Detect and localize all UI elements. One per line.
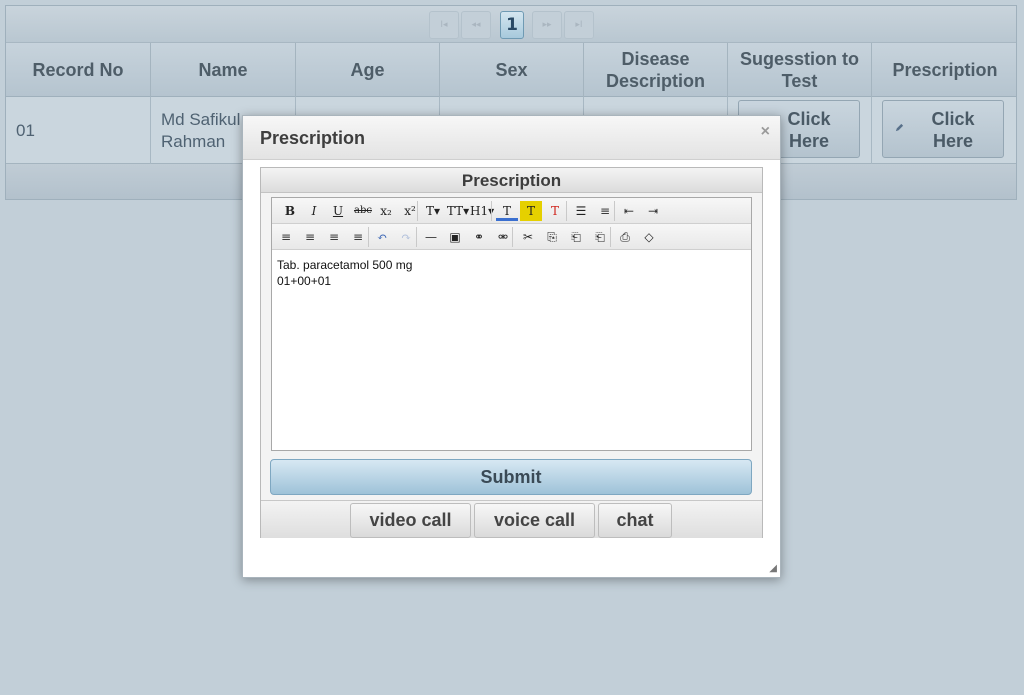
column-header-record-no[interactable]: Record No [6, 43, 151, 97]
toolbar-separator [491, 201, 492, 221]
horizontal-rule-icon[interactable]: — [421, 227, 441, 247]
prescription-button-label: Click Here [931, 109, 975, 151]
editor-toolbar-row-1: B I Uabc x₂ x² T▾ TT▾ H1▾ T T T ☰ ≡ ⇤ ⇥ [272, 198, 751, 224]
undo-icon[interactable]: ↶ [372, 227, 392, 247]
indent-icon[interactable]: ⇥ [642, 201, 664, 221]
chat-button[interactable]: chat [598, 503, 672, 538]
image-icon[interactable]: ▣ [445, 227, 465, 247]
font-size-icon[interactable]: TT▾ [446, 201, 470, 221]
close-icon[interactable]: × [761, 123, 770, 141]
next-page-button[interactable]: ▸▸ [532, 11, 562, 39]
pencil-icon [895, 123, 904, 132]
toolbar-separator [610, 227, 611, 247]
column-header-disease-description[interactable]: Disease Description [584, 43, 728, 97]
table-header: Record No Name Age Sex Disease Descripti… [6, 43, 1016, 97]
paste-text-icon[interactable]: ⎗ [590, 227, 610, 247]
justify-icon[interactable]: ≡ [348, 227, 368, 247]
pager: I◂ ◂◂ 1 ▸▸ ▸I [6, 6, 1016, 43]
prescription-panel: Prescription B I Uabc x₂ x² T▾ TT▾ H1▾ T T T ☰ ≡ ⇤ ⇥ ≡… [260, 167, 763, 538]
rich-text-editor: B I Uabc x₂ x² T▾ TT▾ H1▾ T T T ☰ ≡ ⇤ ⇥ ≡ ≡ ≡ ≡ ↶ ↷ — ▣ ⚭ ⚮ ✂ ⎘ ⎗ ⎗… [271, 197, 752, 451]
remove-format-icon[interactable]: T [544, 201, 566, 221]
align-right-icon[interactable]: ≡ [324, 227, 344, 247]
submit-button[interactable]: Submit [270, 459, 752, 495]
voice-call-button[interactable]: voice call [474, 503, 595, 538]
align-center-icon[interactable]: ≡ [300, 227, 320, 247]
text-color-icon[interactable]: T [496, 201, 518, 221]
underline-icon[interactable]: U [328, 201, 348, 221]
toolbar-separator [368, 227, 369, 247]
italic-icon[interactable]: I [304, 201, 324, 221]
video-call-button[interactable]: video call [350, 503, 471, 538]
source-code-icon[interactable]: ◇ [639, 227, 659, 247]
print-icon[interactable]: ⎙ [615, 227, 635, 247]
numbered-list-icon[interactable]: ≡ [594, 201, 616, 221]
prescription-click-here-button[interactable]: Click Here [882, 100, 1004, 158]
toolbar-separator [566, 201, 567, 221]
toolbar-separator [614, 201, 615, 221]
column-header-prescription[interactable]: Prescription [872, 43, 1018, 97]
prescription-cell: Click Here [872, 97, 1018, 164]
column-header-sex[interactable]: Sex [440, 43, 584, 97]
subscript-icon[interactable]: x₂ [376, 201, 396, 221]
prescription-dialog: Prescription × Prescription B I Uabc x₂ x² T▾… [242, 115, 781, 578]
current-page-button[interactable]: 1 [500, 11, 524, 39]
bold-icon[interactable]: B [280, 201, 300, 221]
editor-line: Tab. paracetamol 500 mg [277, 258, 413, 272]
redo-icon[interactable]: ↷ [396, 227, 416, 247]
column-header-suggestion-to-test[interactable]: Sugesstion to Test [728, 43, 872, 97]
cut-icon[interactable]: ✂ [518, 227, 538, 247]
dialog-title: Prescription [260, 128, 366, 148]
dialog-header: Prescription × [243, 116, 780, 160]
column-header-age[interactable]: Age [296, 43, 440, 97]
link-icon[interactable]: ⚭ [469, 227, 489, 247]
strikethrough-icon[interactable]: abc [352, 201, 374, 221]
patient-name: Md Safikul Rahman [161, 109, 241, 151]
record-no-cell: 01 [6, 97, 151, 164]
unlink-icon[interactable]: ⚮ [493, 227, 513, 247]
align-left-icon[interactable]: ≡ [276, 227, 296, 247]
highlight-color-icon[interactable]: T [520, 201, 542, 221]
first-page-button[interactable]: I◂ [429, 11, 459, 39]
communication-bar: video call voice call chat [261, 500, 762, 538]
copy-icon[interactable]: ⎘ [542, 227, 562, 247]
column-header-name[interactable]: Name [151, 43, 296, 97]
editor-toolbar-row-2: ≡ ≡ ≡ ≡ ↶ ↷ — ▣ ⚭ ⚮ ✂ ⎘ ⎗ ⎗ ⎙ ◇ [272, 224, 751, 250]
toolbar-separator [417, 201, 418, 221]
toolbar-separator [416, 227, 417, 247]
resize-handle-icon[interactable]: ◢ [769, 563, 777, 574]
editor-content[interactable]: Tab. paracetamol 500 mg 01+00+01 [272, 251, 751, 450]
paste-icon[interactable]: ⎗ [566, 227, 586, 247]
previous-page-button[interactable]: ◂◂ [461, 11, 491, 39]
toolbar-separator [512, 227, 513, 247]
last-page-button[interactable]: ▸I [564, 11, 594, 39]
panel-title: Prescription [261, 168, 762, 193]
bulleted-list-icon[interactable]: ☰ [570, 201, 592, 221]
suggestion-button-label: Click Here [787, 109, 831, 151]
editor-line: 01+00+01 [277, 274, 332, 288]
font-family-icon[interactable]: T▾ [422, 201, 444, 221]
outdent-icon[interactable]: ⇤ [618, 201, 640, 221]
